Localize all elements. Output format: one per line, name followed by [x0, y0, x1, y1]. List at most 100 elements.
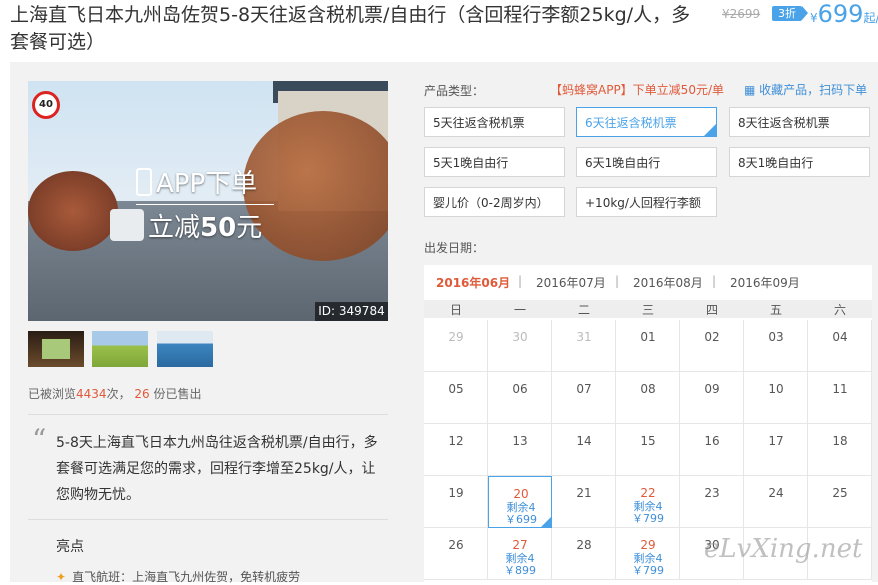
- day-number: 23: [704, 486, 720, 500]
- image-id-label: ID: 349784: [315, 302, 388, 321]
- weekday: 一: [513, 303, 526, 317]
- departure-date-label: 出发日期：: [424, 241, 485, 255]
- app-promo-text: APP下单: [156, 169, 258, 199]
- thumbnail-2[interactable]: [92, 331, 148, 367]
- calendar-day-available[interactable]: 27 剩余4 ￥899: [488, 528, 552, 580]
- day-number: 31: [576, 330, 592, 344]
- sold-count: 26: [134, 387, 150, 401]
- calendar-day: 08: [616, 372, 680, 424]
- car-shape: [110, 209, 144, 241]
- weekday: 六: [833, 303, 846, 317]
- calendar-day: 17: [744, 424, 808, 476]
- promo-prefix: 立减: [148, 213, 201, 243]
- calendar-day: 13: [488, 424, 552, 476]
- tab-month-08[interactable]: 2016年08月: [633, 274, 703, 291]
- day-number: 03: [768, 330, 784, 344]
- day-number: 24: [768, 486, 784, 500]
- calendar-day: 01: [616, 320, 680, 372]
- day-number: 02: [704, 330, 720, 344]
- calendar-day: 04: [808, 320, 872, 372]
- day-price: ￥899: [504, 564, 536, 577]
- calendar-day: 12: [424, 424, 488, 476]
- calendar-day: 16: [680, 424, 744, 476]
- phone-icon: [136, 168, 152, 196]
- thumbnail-1[interactable]: [28, 331, 84, 367]
- day-price: ￥699: [505, 513, 537, 526]
- calendar-day: 09: [680, 372, 744, 424]
- day-number: 04: [832, 330, 848, 344]
- day-price: ￥799: [632, 512, 664, 525]
- option-extra-luggage[interactable]: +10kg/人回程行李额: [576, 187, 717, 217]
- day-number: 14: [576, 434, 592, 448]
- calendar-day: 11: [808, 372, 872, 424]
- calendar-day: 10: [744, 372, 808, 424]
- option-5day-free[interactable]: 5天1晚自由行: [424, 147, 565, 177]
- tab-month-09[interactable]: 2016年09月: [730, 274, 800, 291]
- app-promo-line2: 立减50元: [148, 207, 262, 244]
- day-number: 17: [768, 434, 784, 448]
- favorite-scan-links[interactable]: ▦ 收藏产品，扫码下单: [744, 81, 867, 98]
- price-value: 699: [817, 0, 864, 28]
- day-price: ￥799: [632, 564, 664, 577]
- day-number: 15: [640, 434, 656, 448]
- calendar-day: 07: [552, 372, 616, 424]
- tab-month-06[interactable]: 2016年06月: [436, 274, 510, 291]
- product-panel: 40 APP下单 立减50元 ID: 349784 已被浏览4434次， 26 …: [10, 62, 878, 585]
- calendar-day: 06: [488, 372, 552, 424]
- day-number: 13: [512, 434, 528, 448]
- app-promo-link[interactable]: 【蚂蜂窝APP】下单立减50元/单: [550, 81, 724, 98]
- calendar-day: 21: [552, 476, 616, 528]
- calendar-day-available[interactable]: 20 剩余4 ￥699: [488, 476, 552, 528]
- divider: [28, 519, 388, 520]
- option-6day-free[interactable]: 6天1晚自由行: [576, 147, 717, 177]
- option-8day-ticket[interactable]: 8天往返含税机票: [729, 107, 870, 137]
- stats-middle: 次，: [106, 387, 131, 401]
- day-number: 29: [448, 330, 464, 344]
- calendar-day: 14: [552, 424, 616, 476]
- day-number: 08: [640, 382, 656, 396]
- calendar-day: 23: [680, 476, 744, 528]
- day-number: 25: [832, 486, 848, 500]
- weekday: 三: [641, 303, 654, 317]
- option-8day-free[interactable]: 8天1晚自由行: [729, 147, 870, 177]
- day-number: 09: [704, 382, 720, 396]
- divider: [28, 414, 388, 415]
- stats-suffix: 份已售出: [153, 387, 202, 401]
- day-number: 05: [448, 382, 464, 396]
- day-number: 01: [640, 330, 656, 344]
- calendar-day: 05: [424, 372, 488, 424]
- view-count: 4434: [76, 387, 107, 401]
- hero-image[interactable]: 40 APP下单 立减50元 ID: 349784: [28, 81, 388, 321]
- day-number: 06: [512, 382, 528, 396]
- view-sold-stats: 已被浏览4434次， 26 份已售出: [28, 385, 202, 402]
- calendar-day-available[interactable]: 29 剩余4 ￥799: [616, 528, 680, 580]
- weekday: 二: [577, 303, 590, 317]
- day-number: 10: [768, 382, 784, 396]
- calendar-day: 02: [680, 320, 744, 372]
- calendar-day: 31: [552, 320, 616, 372]
- highlights-title: 亮点: [56, 539, 84, 555]
- current-price: ¥699起/: [810, 0, 878, 28]
- calendar-day: 28: [552, 528, 616, 580]
- speed-limit-sign: 40: [32, 91, 60, 119]
- option-5day-ticket[interactable]: 5天往返含税机票: [424, 107, 565, 137]
- promo-suffix: 元: [236, 213, 263, 243]
- day-number: 12: [448, 434, 464, 448]
- tab-month-07[interactable]: 2016年07月: [536, 274, 606, 291]
- thumbnail-3[interactable]: [157, 331, 213, 367]
- day-number: 21: [576, 486, 592, 500]
- calendar-day: 18: [808, 424, 872, 476]
- calendar-day: 24: [744, 476, 808, 528]
- calendar-day-available[interactable]: 22 剩余4 ￥799: [616, 476, 680, 528]
- day-number: 11: [832, 382, 848, 396]
- weekday: 五: [769, 303, 782, 317]
- highlight-item: ✦ 直飞航班：上海直飞九州佐贺，免转机疲劳: [56, 568, 300, 585]
- app-promo-line1: APP下单: [136, 163, 257, 200]
- quote-icon: “: [32, 423, 47, 456]
- option-infant[interactable]: 婴儿价（0-2周岁内）: [424, 187, 565, 217]
- calendar-day: 29: [424, 320, 488, 372]
- day-number: 18: [832, 434, 848, 448]
- discount-badge: 3折: [772, 6, 808, 21]
- option-6day-ticket[interactable]: 6天往返含税机票: [576, 107, 717, 137]
- product-title: 上海直飞日本九州岛佐贺5-8天往返含税机票/自由行（含回程行李额25kg/人，多…: [10, 4, 691, 53]
